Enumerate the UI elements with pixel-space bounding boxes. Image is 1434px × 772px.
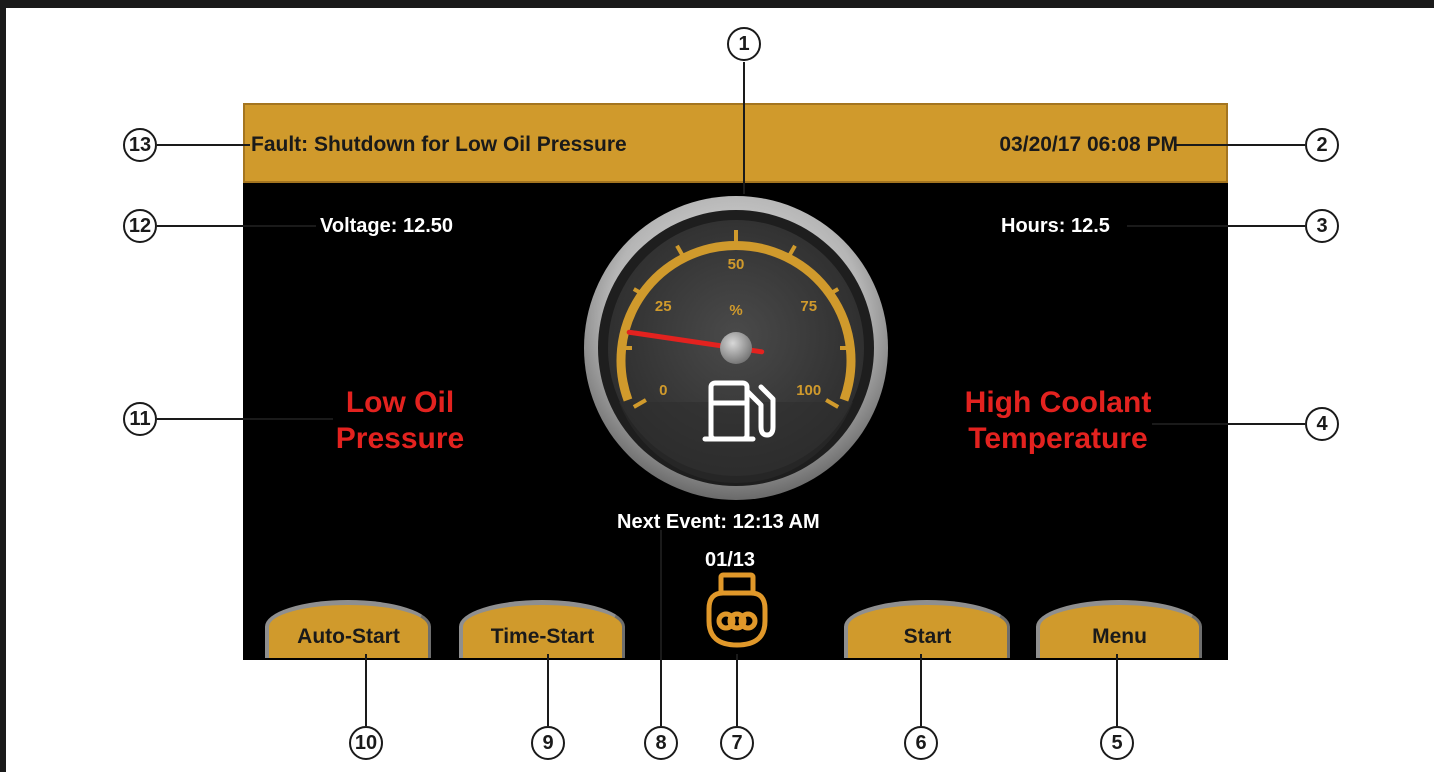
callout-1: 1 [727, 27, 761, 61]
callout-7: 7 [720, 726, 754, 760]
callout-4: 4 [1305, 407, 1339, 441]
callout-12: 12 [123, 209, 157, 243]
callout-13: 13 [123, 128, 157, 162]
callout-11: 11 [123, 402, 157, 436]
callout-10: 10 [349, 726, 383, 760]
callout-3: 3 [1305, 209, 1339, 243]
callout-8: 8 [644, 726, 678, 760]
callout-6: 6 [904, 726, 938, 760]
callout-lines [157, 62, 1305, 726]
callout-5: 5 [1100, 726, 1134, 760]
callout-9: 9 [531, 726, 565, 760]
callout-2: 2 [1305, 128, 1339, 162]
